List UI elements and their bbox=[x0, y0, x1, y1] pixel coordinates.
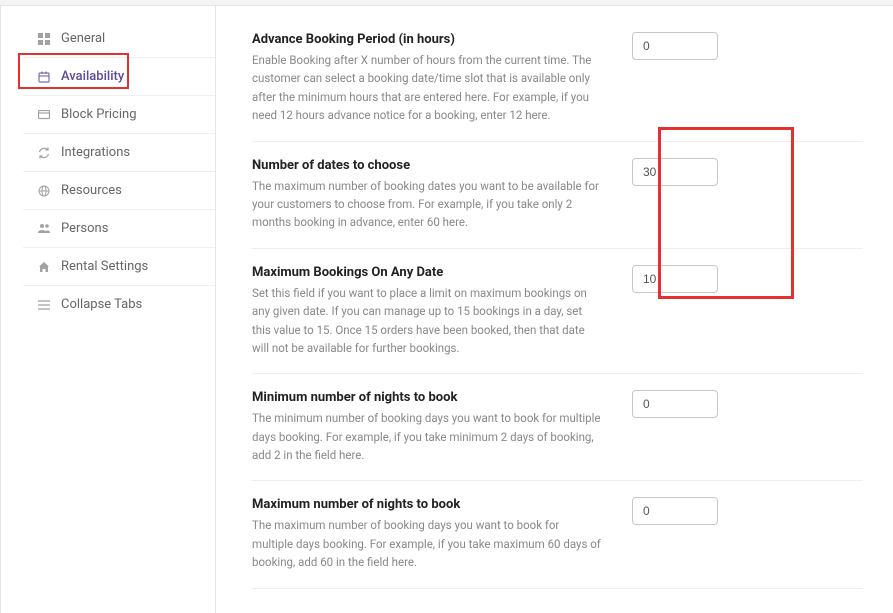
sidebar-item-collapse-tabs[interactable]: Collapse Tabs bbox=[23, 285, 215, 323]
sidebar-item-integrations[interactable]: Integrations bbox=[23, 133, 215, 171]
setting-advance-booking: Advance Booking Period (in hours) Enable… bbox=[252, 24, 863, 142]
home-icon bbox=[37, 260, 51, 274]
sidebar-item-label: General bbox=[61, 31, 105, 46]
setting-input-wrap bbox=[632, 497, 718, 525]
sidebar-item-rental-settings[interactable]: Rental Settings bbox=[23, 247, 215, 285]
sidebar-item-general[interactable]: General bbox=[23, 20, 215, 57]
sidebar-item-label: Block Pricing bbox=[61, 107, 137, 122]
setting-desc: Set this field if you want to place a li… bbox=[252, 284, 602, 358]
sidebar-item-label: Persons bbox=[61, 221, 108, 236]
sidebar-item-label: Resources bbox=[61, 183, 122, 198]
card-icon bbox=[37, 108, 51, 122]
sidebar: General Availability Block Pricing Integ… bbox=[0, 0, 215, 613]
sidebar-item-label: Availability bbox=[61, 69, 124, 84]
setting-input-wrap bbox=[632, 265, 718, 293]
setting-min-nights: Minimum number of nights to book The min… bbox=[252, 374, 863, 481]
sidebar-item-persons[interactable]: Persons bbox=[23, 209, 215, 247]
grid-icon bbox=[37, 32, 51, 46]
setting-input-wrap bbox=[632, 158, 718, 186]
setting-text: Maximum number of nights to book The max… bbox=[252, 497, 602, 571]
setting-title: Maximum number of nights to book bbox=[252, 497, 602, 512]
menu-icon bbox=[37, 298, 51, 312]
setting-desc: Enable Booking after X number of hours f… bbox=[252, 51, 602, 125]
setting-desc: The maximum number of booking dates you … bbox=[252, 177, 602, 232]
min-nights-input[interactable] bbox=[632, 390, 718, 418]
calendar-icon bbox=[37, 70, 51, 84]
sidebar-item-label: Collapse Tabs bbox=[61, 297, 142, 312]
dates-to-choose-input[interactable] bbox=[632, 158, 718, 186]
advance-booking-input[interactable] bbox=[632, 32, 718, 60]
setting-desc: The maximum number of booking days you w… bbox=[252, 516, 602, 571]
max-nights-input[interactable] bbox=[632, 497, 718, 525]
sidebar-item-label: Integrations bbox=[61, 145, 130, 160]
setting-title: Minimum number of nights to book bbox=[252, 390, 602, 405]
setting-text: Advance Booking Period (in hours) Enable… bbox=[252, 32, 602, 125]
globe-icon bbox=[37, 184, 51, 198]
setting-title: Advance Booking Period (in hours) bbox=[252, 32, 602, 47]
setting-text: Minimum number of nights to book The min… bbox=[252, 390, 602, 464]
setting-text: Number of dates to choose The maximum nu… bbox=[252, 158, 602, 232]
max-bookings-input[interactable] bbox=[632, 265, 718, 293]
persons-icon bbox=[37, 222, 51, 236]
refresh-icon bbox=[37, 146, 51, 160]
sidebar-item-availability[interactable]: Availability bbox=[23, 57, 215, 95]
setting-title: Number of dates to choose bbox=[252, 158, 602, 173]
sidebar-item-resources[interactable]: Resources bbox=[23, 171, 215, 209]
setting-max-bookings: Maximum Bookings On Any Date Set this fi… bbox=[252, 249, 863, 375]
setting-title: Maximum Bookings On Any Date bbox=[252, 265, 602, 280]
sidebar-item-label: Rental Settings bbox=[61, 259, 148, 274]
top-border bbox=[0, 0, 893, 6]
setting-max-nights: Maximum number of nights to book The max… bbox=[252, 481, 863, 588]
setting-desc: The minimum number of booking days you w… bbox=[252, 409, 602, 464]
setting-text: Maximum Bookings On Any Date Set this fi… bbox=[252, 265, 602, 358]
setting-input-wrap bbox=[632, 390, 718, 418]
setting-input-wrap bbox=[632, 32, 718, 60]
setting-dates-to-choose: Number of dates to choose The maximum nu… bbox=[252, 142, 863, 249]
content-area: Advance Booking Period (in hours) Enable… bbox=[215, 0, 893, 613]
sidebar-item-block-pricing[interactable]: Block Pricing bbox=[23, 95, 215, 133]
